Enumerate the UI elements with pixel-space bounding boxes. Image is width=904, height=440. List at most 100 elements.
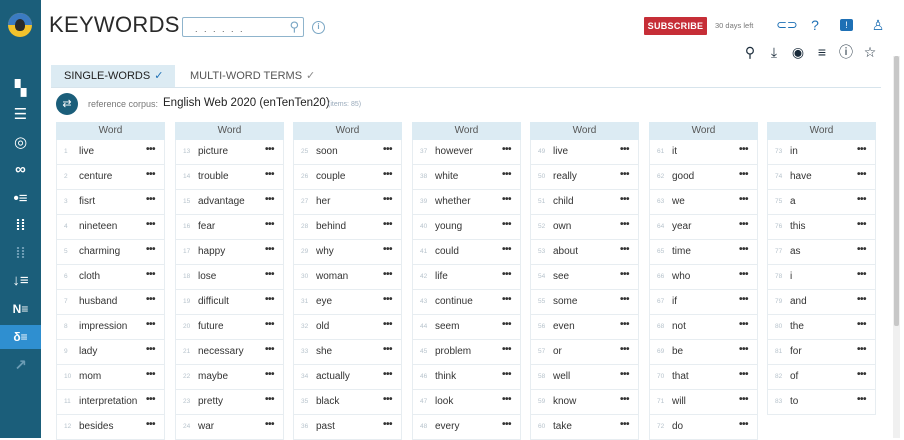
link-icon[interactable]: ⊂⊃ [776,17,798,33]
keyword[interactable]: mom [79,371,101,382]
more-options-icon[interactable]: ••• [146,319,156,330]
keyword[interactable]: the [790,321,804,332]
table-row[interactable]: 72 do ••• [649,415,758,440]
table-row[interactable]: 68 not ••• [649,315,758,340]
table-row[interactable]: 18 lose ••• [175,265,284,290]
scrollbar-thumb[interactable] [894,56,899,326]
keyword[interactable]: for [790,346,802,357]
more-options-icon[interactable]: ••• [265,369,275,380]
table-row[interactable]: 41 could ••• [412,240,521,265]
more-options-icon[interactable]: ••• [383,194,393,205]
table-row[interactable]: 16 fear ••• [175,215,284,240]
more-options-icon[interactable]: ••• [620,144,630,155]
more-options-icon[interactable]: ••• [383,394,393,405]
table-row[interactable]: 50 really ••• [530,165,639,190]
more-options-icon[interactable]: ••• [502,194,512,205]
more-options-icon[interactable]: ••• [265,169,275,180]
table-row[interactable]: 79 and ••• [767,290,876,315]
keyword[interactable]: and [790,296,807,307]
more-options-icon[interactable]: ••• [857,169,867,180]
keyword[interactable]: couple [316,171,345,182]
keyword[interactable]: centure [79,171,112,182]
table-row[interactable]: 3 fisrt ••• [56,190,165,215]
delta-list-icon[interactable]: δ≡ [0,325,41,349]
keyword[interactable]: picture [198,146,228,157]
column-header[interactable]: Word [175,122,284,140]
more-options-icon[interactable]: ••• [265,419,275,430]
keyword[interactable]: look [435,396,453,407]
more-options-icon[interactable]: ••• [502,419,512,430]
keyword[interactable]: every [435,421,459,432]
more-options-icon[interactable]: ••• [739,244,749,255]
table-row[interactable]: 40 young ••• [412,215,521,240]
more-options-icon[interactable]: ••• [620,319,630,330]
more-options-icon[interactable]: ••• [739,169,749,180]
more-options-icon[interactable]: ••• [739,269,749,280]
more-options-icon[interactable]: ••• [739,194,749,205]
table-row[interactable]: 25 soon ••• [293,140,402,165]
more-options-icon[interactable]: ••• [620,419,630,430]
bullet-list-icon[interactable]: •≡ [0,186,41,210]
star-icon[interactable]: ☆ [862,44,878,60]
more-options-icon[interactable]: ••• [620,394,630,405]
table-row[interactable]: 11 interpretation ••• [56,390,165,415]
keyword[interactable]: of [790,371,798,382]
keyword[interactable]: will [672,396,686,407]
table-row[interactable]: 12 besides ••• [56,415,165,440]
keyword[interactable]: have [790,171,812,182]
more-options-icon[interactable]: ••• [857,369,867,380]
keyword[interactable]: problem [435,346,471,357]
more-options-icon[interactable]: ••• [620,219,630,230]
more-options-icon[interactable]: ••• [502,369,512,380]
table-row[interactable]: 4 nineteen ••• [56,215,165,240]
table-row[interactable]: 33 she ••• [293,340,402,365]
help-icon[interactable]: ? [807,17,823,33]
table-row[interactable]: 34 actually ••• [293,365,402,390]
column-header[interactable]: Word [293,122,402,140]
more-options-icon[interactable]: ••• [383,219,393,230]
keyword[interactable]: actually [316,371,350,382]
table-row[interactable]: 45 problem ••• [412,340,521,365]
column-header[interactable]: Word [412,122,521,140]
keyword[interactable]: whether [435,196,471,207]
more-options-icon[interactable]: ••• [739,319,749,330]
keyword[interactable]: i [790,271,792,282]
more-options-icon[interactable]: ••• [857,269,867,280]
table-row[interactable]: 20 future ••• [175,315,284,340]
table-row[interactable]: 49 live ••• [530,140,639,165]
table-row[interactable]: 64 year ••• [649,215,758,240]
more-options-icon[interactable]: ••• [502,319,512,330]
keyword[interactable]: could [435,246,459,257]
more-options-icon[interactable]: ••• [265,269,275,280]
more-options-icon[interactable]: ••• [146,169,156,180]
table-row[interactable]: 2 centure ••• [56,165,165,190]
more-options-icon[interactable]: ••• [146,269,156,280]
more-options-icon[interactable]: ••• [383,169,393,180]
table-row[interactable]: 43 continue ••• [412,290,521,315]
tab-multi-word-terms[interactable]: MULTI-WORD TERMS ✓ [177,65,328,87]
table-row[interactable]: 51 child ••• [530,190,639,215]
keyword[interactable]: good [672,171,694,182]
keyword[interactable]: even [553,321,575,332]
table-row[interactable]: 82 of ••• [767,365,876,390]
keyword[interactable]: lose [198,271,216,282]
more-options-icon[interactable]: ••• [146,369,156,380]
keyword[interactable]: black [316,396,339,407]
keyword[interactable]: if [672,296,677,307]
more-options-icon[interactable]: ••• [502,244,512,255]
more-options-icon[interactable]: ••• [146,294,156,305]
keyword[interactable]: why [316,246,334,257]
keyword[interactable]: charming [79,246,120,257]
table-row[interactable]: 69 be ••• [649,340,758,365]
tab-single-words[interactable]: SINGLE-WORDS ✓ [51,65,175,87]
keyword[interactable]: behind [316,221,346,232]
info-icon[interactable]: ⓘ [838,44,854,60]
keyword[interactable]: child [553,196,574,207]
table-row[interactable]: 13 picture ••• [175,140,284,165]
more-options-icon[interactable]: ••• [620,169,630,180]
more-options-icon[interactable]: ••• [265,319,275,330]
keyword[interactable]: this [790,221,806,232]
table-row[interactable]: 60 take ••• [530,415,639,440]
table-row[interactable]: 19 difficult ••• [175,290,284,315]
table-row[interactable]: 1 live ••• [56,140,165,165]
